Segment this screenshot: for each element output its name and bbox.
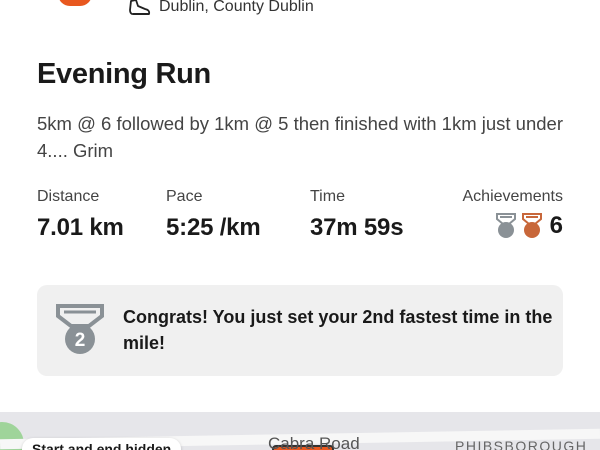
activity-stats: Distance 7.01 km Pace 5:25 /km Time 37m …: [37, 188, 563, 248]
map-area-label: PHIBSBOROUGH: [455, 438, 588, 450]
stat-achievements-label: Achievements: [462, 188, 564, 205]
athlete-avatar[interactable]: [58, 0, 92, 6]
stat-pace-label: Pace: [166, 188, 203, 205]
route-map[interactable]: Start and end hidden Cabra Road PHIBSBOR…: [0, 412, 600, 450]
stat-achievements[interactable]: Achievements 6: [463, 188, 564, 240]
activity-description: 5km @ 6 followed by 1km @ 5 then finishe…: [37, 113, 563, 161]
map-privacy-label: Start and end hidden: [22, 438, 182, 450]
stat-distance-label: Distance: [37, 188, 100, 205]
stat-pace: Pace 5:25 /km: [166, 188, 261, 242]
map-road-label: Cabra Road: [268, 434, 360, 450]
silver-medal-icon: 2: [56, 304, 104, 354]
running-shoe-icon: [129, 0, 151, 15]
stat-time-value: 37m 59s: [310, 214, 404, 241]
achievements-row: 6: [463, 212, 563, 240]
stat-distance-value: 7.01 km: [37, 214, 124, 241]
activity-header: Dublin, County Dublin: [0, 0, 600, 20]
stat-pace-value: 5:25 /km: [166, 214, 261, 241]
bronze-medal-icon: [521, 213, 542, 238]
congrats-card[interactable]: 2 Congrats! You just set your 2nd fastes…: [37, 285, 563, 376]
stat-time-label: Time: [310, 188, 345, 205]
congrats-rank: 2: [75, 330, 86, 351]
silver-medal-icon: [495, 213, 516, 238]
stat-distance: Distance 7.01 km: [37, 188, 124, 242]
congrats-message: Congrats! You just set your 2nd fastest …: [123, 307, 553, 353]
activity-title: Evening Run: [37, 58, 211, 90]
achievements-count: 6: [549, 212, 563, 239]
activity-location: Dublin, County Dublin: [159, 0, 314, 15]
stat-time: Time 37m 59s: [310, 188, 404, 242]
